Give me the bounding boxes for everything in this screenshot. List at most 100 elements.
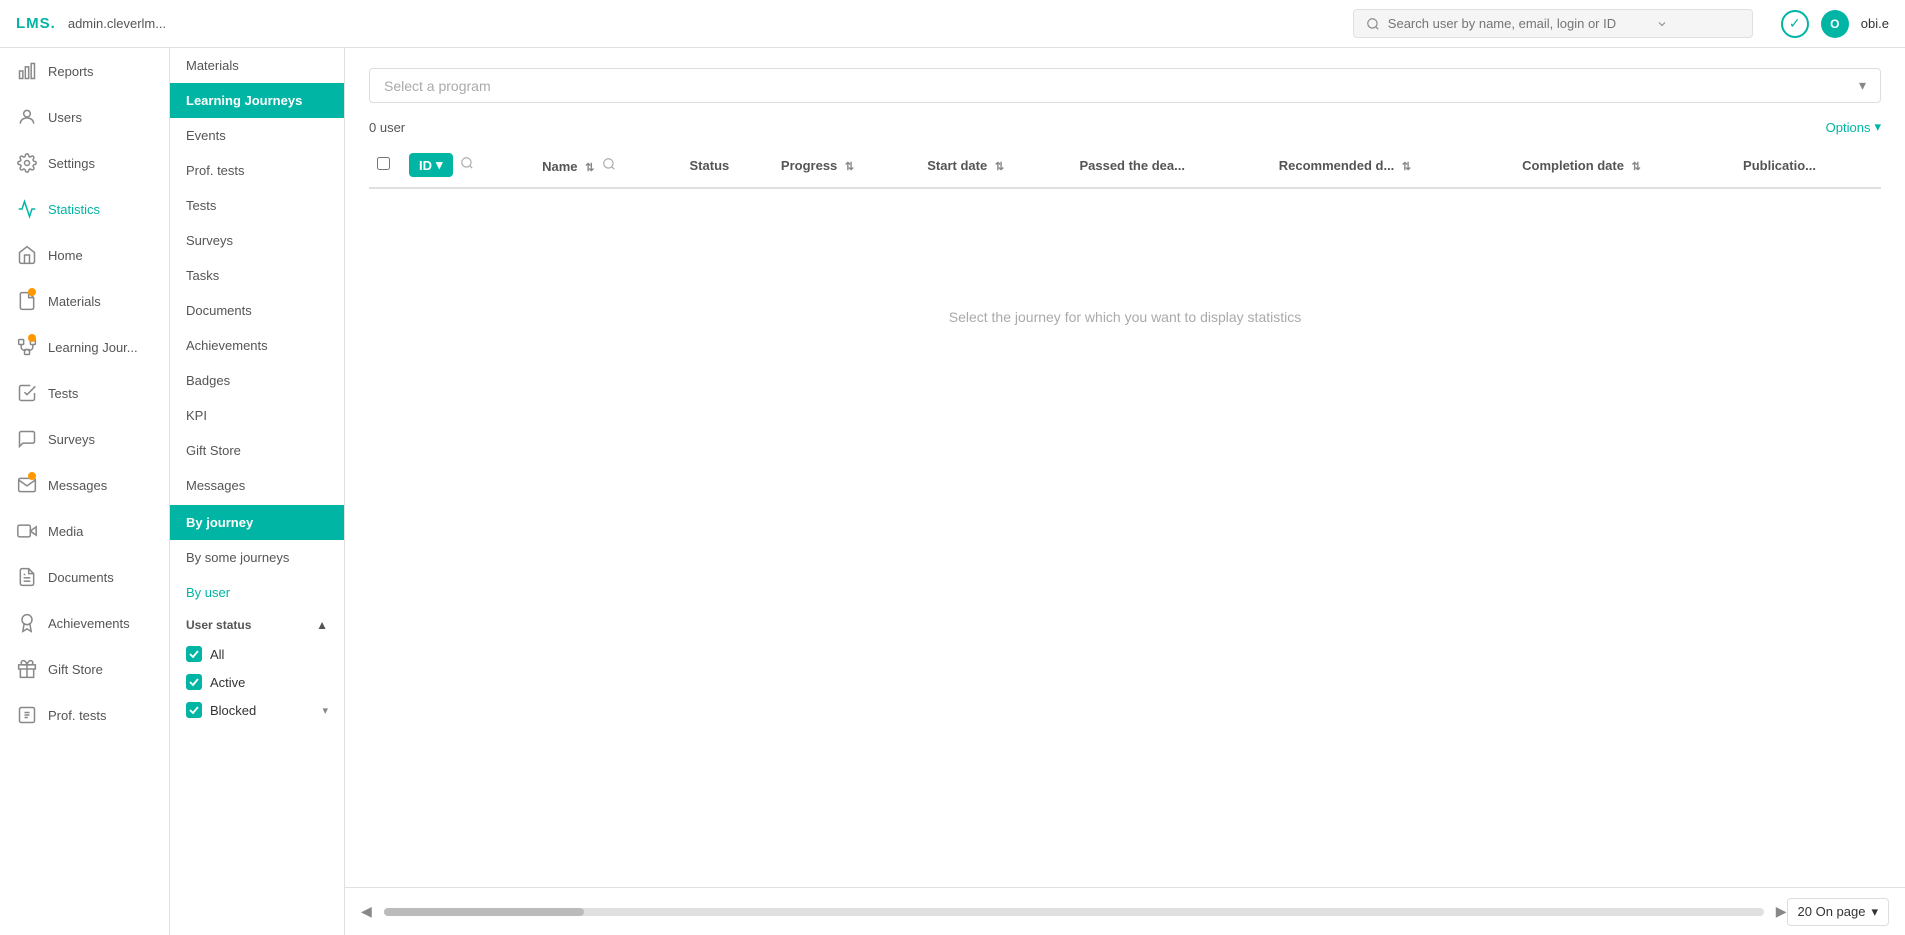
sidebar-label-home: Home [48, 248, 83, 263]
sec-item-gift-store[interactable]: Gift Store [170, 433, 344, 468]
recommended-sort-icon[interactable]: ⇅ [1402, 161, 1411, 173]
per-page-label: 20 On page [1798, 904, 1866, 919]
col-name-label: Name [542, 159, 577, 174]
messages-dot [28, 472, 36, 480]
documents-icon [16, 566, 38, 588]
completion-sort-icon[interactable]: ⇅ [1632, 161, 1641, 173]
blocked-arrow-icon: ▾ [322, 704, 328, 717]
sec-item-learning-journeys[interactable]: Learning Journeys [170, 83, 344, 118]
select-program-dropdown[interactable]: Select a program ▾ [369, 68, 1881, 103]
sec-item-badges[interactable]: Badges [170, 363, 344, 398]
sidebar-item-prof-tests[interactable]: Prof. tests [0, 692, 169, 738]
sidebar-item-statistics[interactable]: Statistics [0, 186, 169, 232]
sidebar-item-media[interactable]: Media [0, 508, 169, 554]
search-box[interactable] [1353, 9, 1753, 38]
achievements-icon [16, 612, 38, 634]
dropdown-icon [1656, 18, 1668, 30]
sidebar-label-statistics: Statistics [48, 202, 100, 217]
sidebar-label-settings: Settings [48, 156, 95, 171]
id-filter-button[interactable]: ID ▾ [409, 153, 453, 177]
status-blocked[interactable]: Blocked ▾ [170, 696, 344, 724]
sec-item-documents[interactable]: Documents [170, 293, 344, 328]
sec-item-events[interactable]: Events [170, 118, 344, 153]
search-input[interactable] [1388, 16, 1648, 31]
name-sort-icon[interactable]: ⇅ [585, 162, 594, 174]
col-recommended-d: Recommended d... ⇅ [1271, 143, 1514, 188]
start-date-sort-icon[interactable]: ⇅ [995, 161, 1004, 173]
status-all[interactable]: All [170, 640, 344, 668]
select-all-checkbox[interactable] [377, 157, 390, 170]
sec-item-surveys[interactable]: Surveys [170, 223, 344, 258]
sec-item-by-journey[interactable]: By journey [170, 505, 344, 540]
sidebar-item-users[interactable]: Users [0, 94, 169, 140]
gift-icon [16, 658, 38, 680]
topbar-right: ✓ O obi.e [1781, 10, 1889, 38]
status-active[interactable]: Active [170, 668, 344, 696]
sec-item-kpi[interactable]: KPI [170, 398, 344, 433]
stats-icon [16, 198, 38, 220]
surveys-icon [16, 428, 38, 450]
sec-item-tests[interactable]: Tests [170, 188, 344, 223]
user-count-row: 0 user Options ▾ [369, 119, 1881, 135]
search-icon [1366, 17, 1380, 31]
scroll-left-arrow[interactable]: ◀ [361, 903, 372, 920]
sec-item-prof-tests[interactable]: Prof. tests [170, 153, 344, 188]
sidebar-item-reports[interactable]: Reports [0, 48, 169, 94]
user-icon [16, 106, 38, 128]
sidebar-item-tests[interactable]: Tests [0, 370, 169, 416]
materials-dot [28, 288, 36, 296]
checkbox-blocked[interactable] [186, 702, 202, 718]
sec-item-messages[interactable]: Messages [170, 468, 344, 503]
sidebar-label-tests: Tests [48, 386, 78, 401]
status-active-label: Active [210, 675, 245, 690]
sidebar-label-reports: Reports [48, 64, 94, 79]
sidebar-secondary: Materials Learning Journeys Events Prof.… [170, 48, 345, 935]
checkbox-active[interactable] [186, 674, 202, 690]
sidebar-label-messages: Messages [48, 478, 107, 493]
scroll-right-arrow[interactable]: ▶ [1776, 903, 1787, 920]
sidebar-item-documents[interactable]: Documents [0, 554, 169, 600]
home-icon [16, 244, 38, 266]
options-button[interactable]: Options ▾ [1826, 119, 1881, 135]
options-arrow-icon: ▾ [1874, 119, 1881, 135]
sidebar-item-settings[interactable]: Settings [0, 140, 169, 186]
gear-icon [16, 152, 38, 174]
select-program-placeholder: Select a program [384, 78, 491, 94]
sidebar-item-messages[interactable]: Messages [0, 462, 169, 508]
sidebar-item-achievements[interactable]: Achievements [0, 600, 169, 646]
sidebar-item-surveys[interactable]: Surveys [0, 416, 169, 462]
col-completion-date: Completion date ⇅ [1514, 143, 1735, 188]
name-search-icon[interactable] [602, 159, 616, 174]
sidebar-label-media: Media [48, 524, 83, 539]
col-status-label: Status [690, 158, 730, 173]
sec-item-tasks[interactable]: Tasks [170, 258, 344, 293]
col-publication: Publicatio... [1735, 143, 1881, 188]
sidebar-item-gift-store[interactable]: Gift Store [0, 646, 169, 692]
check-button[interactable]: ✓ [1781, 10, 1809, 38]
col-start-date-label: Start date [927, 158, 987, 173]
checkbox-all[interactable] [186, 646, 202, 662]
sec-item-by-some-journeys[interactable]: By some journeys [170, 540, 344, 575]
bottom-bar: ◀ ▶ 20 On page ▾ [345, 887, 1905, 935]
journeys-dot [28, 334, 36, 342]
col-progress: Progress ⇅ [773, 143, 919, 188]
admin-label: admin.cleverlm... [68, 16, 166, 31]
pagination-scroll[interactable] [384, 908, 1764, 916]
col-passed-deadline-label: Passed the dea... [1079, 158, 1185, 173]
sec-item-achievements[interactable]: Achievements [170, 328, 344, 363]
per-page-arrow-icon: ▾ [1871, 904, 1878, 920]
sidebar-item-materials[interactable]: Materials [0, 278, 169, 324]
sec-item-by-user[interactable]: By user [170, 575, 344, 610]
sec-item-materials[interactable]: Materials [170, 48, 344, 83]
sidebar-item-learning-journeys[interactable]: Learning Jour... [0, 324, 169, 370]
progress-sort-icon[interactable]: ⇅ [845, 161, 854, 173]
id-search-icon[interactable] [460, 158, 474, 173]
chevron-up-icon: ▲ [316, 618, 328, 632]
username: obi.e [1861, 16, 1889, 31]
status-all-label: All [210, 647, 224, 662]
sidebar-label-documents: Documents [48, 570, 114, 585]
sidebar-item-home[interactable]: Home [0, 232, 169, 278]
tests-icon [16, 382, 38, 404]
per-page-selector[interactable]: 20 On page ▾ [1787, 898, 1889, 926]
user-status-label: User status [186, 618, 251, 632]
